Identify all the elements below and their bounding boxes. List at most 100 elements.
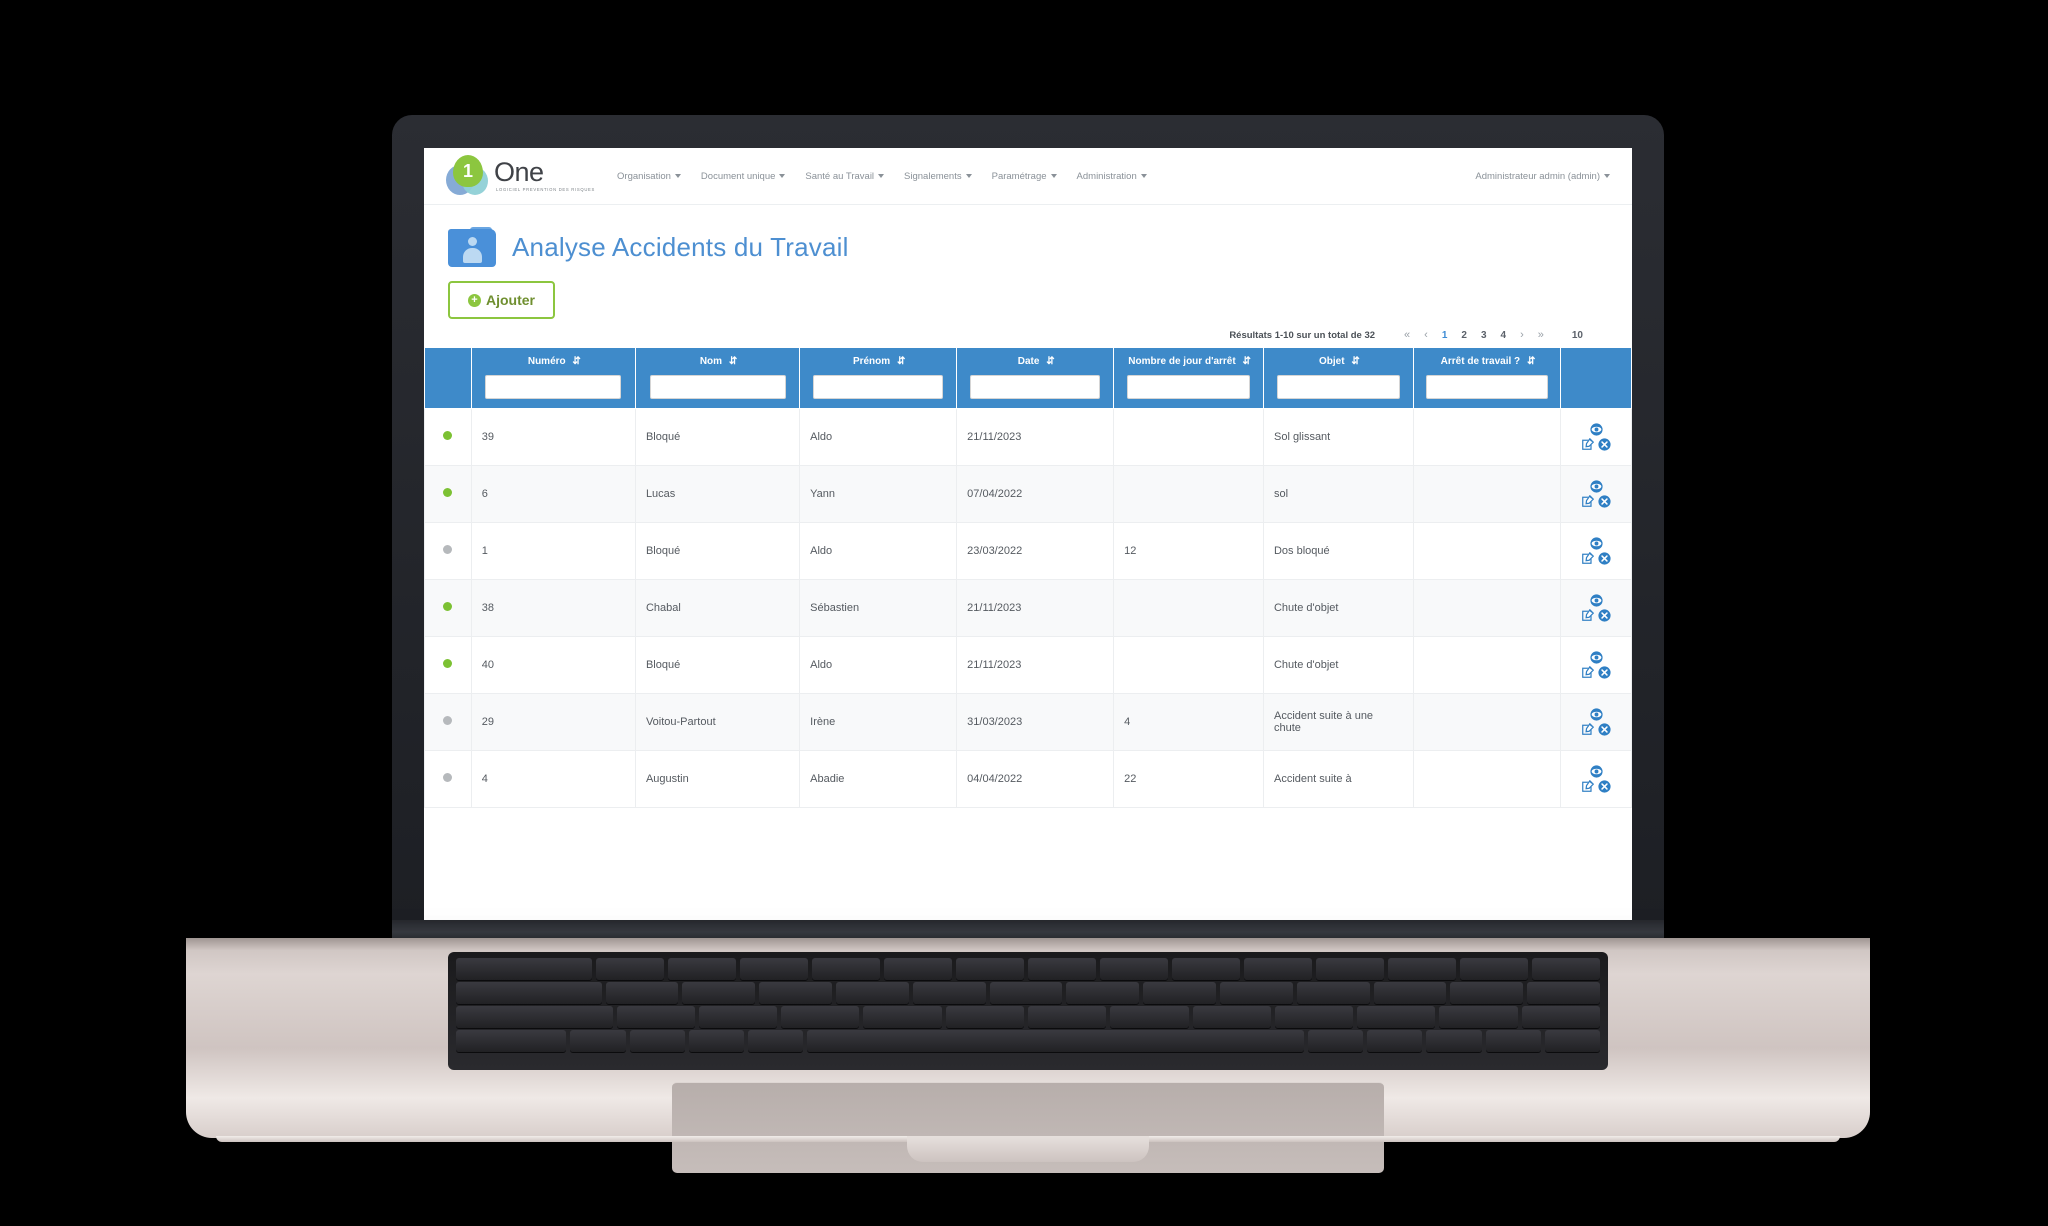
column-arret-de-travail[interactable]: Arrêt de travail ? ⇵: [1412, 347, 1562, 409]
sort-updown-icon[interactable]: ⇵: [1351, 356, 1360, 369]
keyboard-key: [1373, 982, 1447, 1004]
person-body: [463, 248, 482, 263]
column-numero[interactable]: Numéro ⇵: [470, 347, 636, 409]
edit-icon[interactable]: [1581, 495, 1594, 507]
keyboard-key: [668, 958, 736, 980]
filter-jours-input[interactable]: [1126, 374, 1251, 399]
table-row[interactable]: 4 Augustin Abadie 04/04/2022 22 Accident suit…: [424, 749, 1632, 808]
add-button-label: Ajouter: [486, 292, 535, 308]
nav-item-parametrage[interactable]: Paramétrage: [992, 171, 1057, 182]
nav-item-administration[interactable]: Administration: [1077, 171, 1147, 182]
pagination-prev[interactable]: ‹: [1417, 329, 1435, 341]
filter-numero-input[interactable]: [485, 374, 622, 399]
table-row[interactable]: 1 Bloqué Aldo 23/03/2022 12 Dos bloqué: [424, 521, 1632, 580]
chevron-down-icon: [1604, 174, 1610, 178]
sort-updown-icon[interactable]: ⇵: [1242, 356, 1251, 369]
sort-updown-icon[interactable]: ⇵: [1527, 356, 1536, 369]
keyboard-key: [1527, 982, 1600, 1004]
delete-icon[interactable]: [1598, 722, 1611, 736]
delete-icon[interactable]: [1598, 437, 1611, 451]
sort-updown-icon[interactable]: ⇵: [1046, 356, 1055, 369]
table-row[interactable]: 39 Bloqué Aldo 21/11/2023 Sol glissant: [424, 407, 1632, 466]
pagination-page-4[interactable]: 4: [1494, 330, 1514, 341]
cell-nom: Bloqué: [634, 521, 801, 580]
pagination-page-2[interactable]: 2: [1454, 330, 1474, 341]
edit-icon[interactable]: [1581, 780, 1594, 792]
column-header-label: Date ⇵: [963, 356, 1107, 369]
nav-item-sante-au-travail[interactable]: Santé au Travail: [805, 171, 885, 182]
top-navbar: 1 One LOGICIEL PREVENTION DES RISQUES Or…: [424, 148, 1632, 205]
column-prenom[interactable]: Prénom ⇵: [799, 347, 958, 409]
edit-icon[interactable]: [1581, 723, 1594, 735]
cell-numero: 29: [470, 692, 636, 751]
chevron-down-icon: [1050, 174, 1057, 178]
add-button[interactable]: + Ajouter: [448, 281, 555, 319]
filter-arret-input[interactable]: [1426, 374, 1548, 399]
keyboard-key: [759, 982, 832, 1004]
main-menu: Organisation Document unique Santé au Tr…: [617, 171, 1147, 182]
logo-mark-icon: 1: [446, 155, 492, 197]
view-icon[interactable]: [1590, 479, 1603, 493]
status-dot-green: [443, 487, 453, 497]
nav-item-document-unique[interactable]: Document unique: [701, 171, 786, 182]
laptop-base-edge: [186, 938, 1870, 950]
logo-blob-green: 1: [453, 155, 483, 187]
keyboard-key: [682, 982, 756, 1004]
view-icon[interactable]: [1590, 650, 1603, 664]
filter-nom-input[interactable]: [649, 374, 786, 399]
view-icon[interactable]: [1590, 593, 1603, 607]
pagination-next[interactable]: ›: [1513, 329, 1531, 341]
edit-icon[interactable]: [1581, 438, 1594, 450]
edit-icon[interactable]: [1581, 552, 1594, 564]
delete-icon[interactable]: [1598, 665, 1611, 679]
cell-objet: Dos bloqué: [1262, 521, 1414, 580]
table-row[interactable]: 40 Bloqué Aldo 21/11/2023 Chute d'objet: [424, 635, 1632, 694]
edit-icon[interactable]: [1581, 666, 1594, 678]
view-icon[interactable]: [1590, 422, 1603, 436]
cell-nombre-jours: [1113, 464, 1264, 523]
view-icon[interactable]: [1590, 536, 1603, 550]
delete-icon[interactable]: [1598, 551, 1611, 565]
nav-label: Administration: [1076, 170, 1137, 182]
delete-icon[interactable]: [1598, 494, 1611, 508]
view-icon[interactable]: [1590, 764, 1603, 778]
nav-item-organisation[interactable]: Organisation: [617, 171, 681, 182]
filter-date-input[interactable]: [970, 374, 1101, 399]
column-nombre-jours-arret[interactable]: Nombre de jour d'arrêt ⇵: [1113, 347, 1264, 409]
column-nom[interactable]: Nom ⇵: [634, 347, 801, 409]
pagination-page-1[interactable]: 1: [1435, 330, 1455, 341]
keyboard-key: [835, 982, 909, 1004]
pagination-last[interactable]: »: [1531, 329, 1551, 341]
column-date[interactable]: Date ⇵: [956, 347, 1115, 409]
edit-icon[interactable]: [1581, 609, 1594, 621]
table-head: Numéro ⇵ Nom ⇵ Prénom ⇵ Date ⇵ Nombre de…: [424, 347, 1632, 409]
pagination-page-3[interactable]: 3: [1474, 330, 1494, 341]
user-menu[interactable]: Administrateur admin (admin): [1475, 171, 1610, 182]
table-row[interactable]: 38 Chabal Sébastien 21/11/2023 Chute d'objet: [424, 578, 1632, 637]
keyboard-key: [1172, 958, 1240, 980]
view-icon[interactable]: [1590, 707, 1603, 721]
nav-item-signalements[interactable]: Signalements: [904, 171, 972, 182]
filter-objet-input[interactable]: [1276, 374, 1401, 399]
pagination-first[interactable]: «: [1397, 329, 1417, 341]
cell-nombre-jours: 12: [1113, 521, 1264, 580]
row-actions-bottom: [1581, 494, 1611, 508]
page-size-selector[interactable]: 10: [1565, 330, 1590, 341]
keyboard-key: [1274, 1006, 1354, 1028]
column-objet[interactable]: Objet ⇵: [1262, 347, 1414, 409]
laptop-screen: 1 One LOGICIEL PREVENTION DES RISQUES Or…: [424, 148, 1632, 920]
chevron-down-icon: [1140, 174, 1147, 178]
delete-icon[interactable]: [1598, 779, 1611, 793]
delete-icon[interactable]: [1598, 608, 1611, 622]
sort-updown-icon[interactable]: ⇵: [729, 356, 738, 369]
row-actions-bottom: [1581, 437, 1611, 451]
filter-prenom-input[interactable]: [813, 374, 944, 399]
sort-updown-icon[interactable]: ⇵: [897, 356, 906, 369]
cell-numero: 1: [470, 521, 636, 580]
table-row[interactable]: 29 Voitou-Partout Irène 31/03/2023 4 Accident…: [424, 692, 1632, 751]
sort-updown-icon[interactable]: ⇵: [572, 356, 581, 369]
keyboard-key: [1308, 1030, 1364, 1052]
status-cell: [424, 635, 472, 694]
app-logo[interactable]: 1 One LOGICIEL PREVENTION DES RISQUES: [446, 155, 595, 197]
table-row[interactable]: 6 Lucas Yann 07/04/2022 sol: [424, 464, 1632, 523]
